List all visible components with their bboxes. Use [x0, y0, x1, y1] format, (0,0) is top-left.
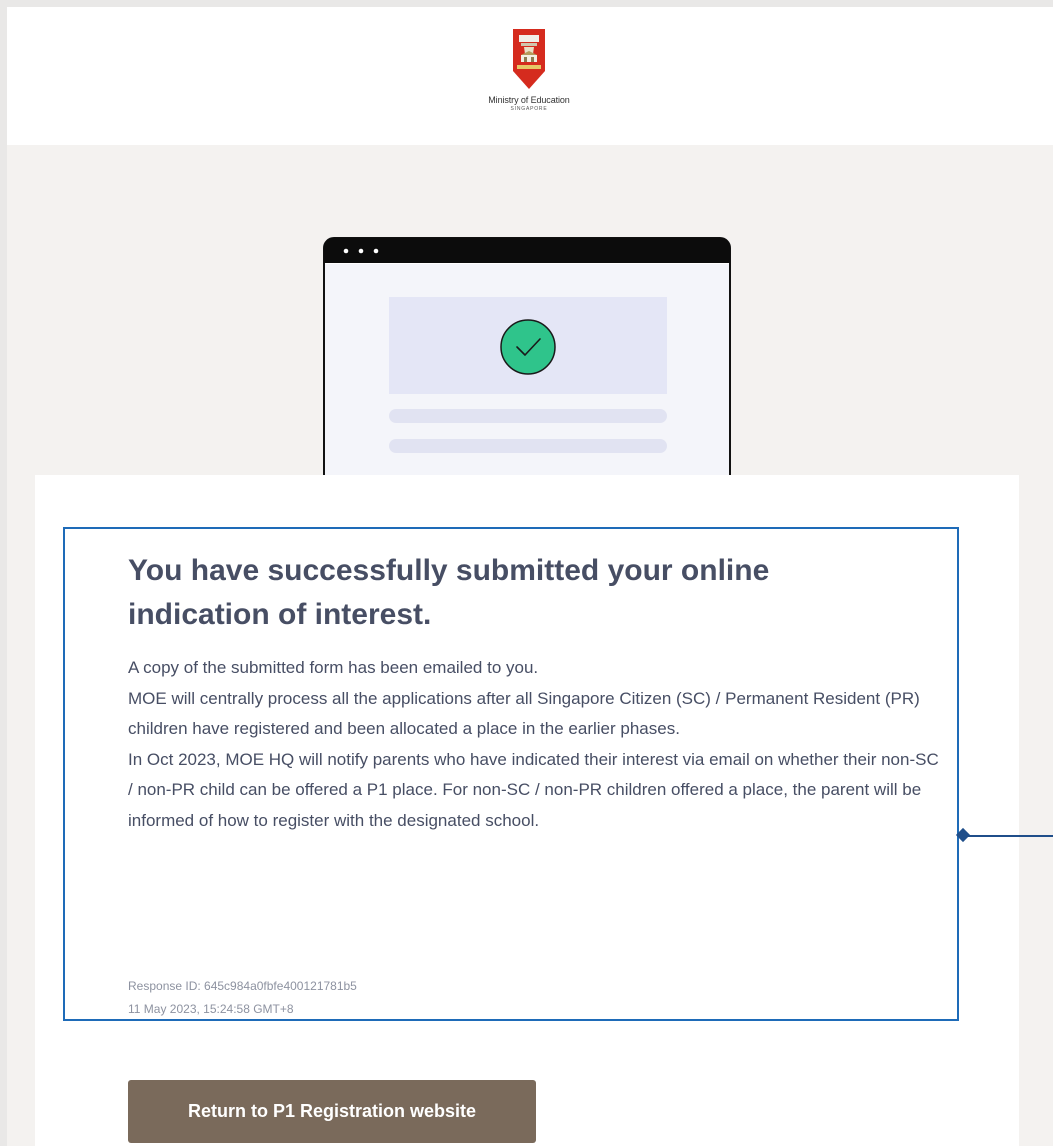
response-id: Response ID: 645c984a0fbfe400121781b5 [128, 979, 357, 993]
moe-crest-icon [513, 29, 545, 89]
header: Ministry of Education SINGAPORE [7, 7, 1053, 145]
org-name: Ministry of Education [488, 95, 570, 105]
return-to-registration-button[interactable]: Return to P1 Registration website [128, 1080, 536, 1143]
confirmation-title: You have successfully submitted your onl… [128, 554, 770, 631]
moe-logo[interactable]: Ministry of Education SINGAPORE [469, 27, 589, 112]
callout-line [964, 835, 1053, 837]
response-timestamp: 11 May 2023, 15:24:58 GMT+8 [128, 1002, 294, 1016]
message-paragraph: A copy of the submitted form has been em… [128, 658, 539, 677]
confirmation-message: A copy of the submitted form has been em… [128, 653, 948, 836]
org-subtitle: SINGAPORE [510, 106, 548, 112]
check-circle-icon [500, 319, 556, 375]
response-meta: Response ID: 645c984a0fbfe400121781b5 11… [128, 975, 357, 1021]
message-paragraph: In Oct 2023, MOE HQ will notify parents … [128, 749, 939, 830]
page-frame: Ministry of Education SINGAPORE You have… [7, 7, 1053, 1146]
message-paragraph: MOE will centrally process all the appli… [128, 688, 920, 739]
